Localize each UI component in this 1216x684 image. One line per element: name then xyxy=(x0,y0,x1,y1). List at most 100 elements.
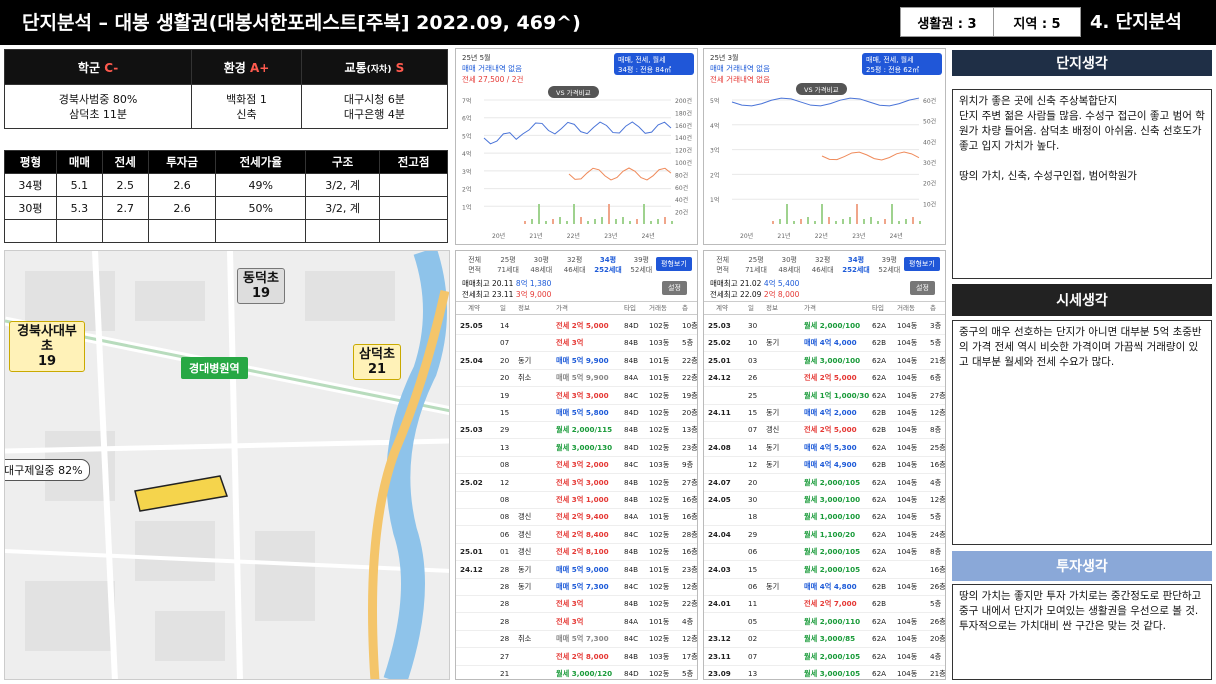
list-cell: 62A xyxy=(872,477,887,487)
table-row[interactable]: 24.03 15 월세 2,000/105 62A 16층 xyxy=(704,562,945,579)
table-row[interactable]: 15 매매 5억 5,800 84D 102동 20층 xyxy=(456,405,698,422)
pyeong-tab[interactable]: 39평 52세대 xyxy=(625,255,658,275)
table-row[interactable]: 23.12 02 월세 3,000/85 62A 104동 20층 xyxy=(704,631,945,649)
volume-bar xyxy=(538,204,540,224)
y-left-tick: 1억 xyxy=(462,203,471,211)
pyeong-tabs[interactable]: 전체 면적 25평 71세대 30평 48세대 32평 46세대 34평 252세대 39평 52세대 xyxy=(706,255,906,275)
list-cell: 4층 xyxy=(930,651,942,661)
list-cell: 104동 xyxy=(897,582,918,591)
table-row[interactable]: 07 전세 3억 84B 103동 5층 xyxy=(456,335,697,353)
table-row[interactable]: 25.01 01 갱신 전세 2억 8,100 84B 102동 16층 xyxy=(456,544,697,562)
table-row[interactable]: 25.02 10 동기 매매 4억 4,000 62B 104동 5층 xyxy=(704,335,945,353)
pyeong-tab[interactable]: 39평 52세대 xyxy=(873,255,906,275)
price-col-header: 전세 xyxy=(101,150,149,174)
settings-button[interactable]: 설정 xyxy=(662,281,687,295)
table-row[interactable]: 24.01 11 전세 2억 7,000 62B 5층 xyxy=(704,596,945,614)
table-row[interactable]: 28 전세 3억 84A 101동 4층 xyxy=(456,614,697,631)
table-row[interactable]: 23.11 07 월세 2,000/105 62A 104동 4층 xyxy=(704,649,945,666)
table-row[interactable]: 20 취소 매매 5억 9,900 84A 101동 22층 xyxy=(456,370,697,388)
pyeong-tab[interactable]: 25평 71세대 xyxy=(739,255,772,275)
pyeong-tab[interactable]: 34평 252세대 xyxy=(839,255,872,275)
table-row[interactable]: 25.04 20 동기 매매 5억 9,900 84B 101동 22층 xyxy=(456,353,697,370)
price-col-header: 매매 xyxy=(55,150,103,174)
table-row[interactable]: 08 갱신 전세 2억 9,400 84A 101동 16층 xyxy=(456,509,697,527)
map-label-dongdeok[interactable]: 동덕초 19 xyxy=(237,268,285,304)
table-row[interactable]: 28 취소 매매 5억 7,300 84C 102동 12층 xyxy=(456,631,697,649)
pyeong-tab[interactable]: 32평 46세대 xyxy=(558,255,591,275)
list-cell: 62A xyxy=(872,495,887,504)
table-row[interactable]: 18 월세 1,000/100 62A 104동 5층 xyxy=(704,509,945,527)
table-row[interactable]: 19 전세 3억 3,000 84C 102동 19층 xyxy=(456,388,697,405)
list-cell: 25.03 xyxy=(708,321,731,330)
table-row[interactable]: 25 월세 1억 1,000/30 62A 104동 27층 xyxy=(704,388,946,405)
pyeong-tab[interactable]: 32평 46세대 xyxy=(806,255,839,275)
table-row[interactable]: 25.01 03 월세 3,000/100 62A 104동 21층 xyxy=(704,353,945,370)
list-cell: 전세 2억 5,000 xyxy=(804,425,857,435)
volume-bar xyxy=(650,221,652,224)
station-label[interactable]: 경대병원역 xyxy=(181,357,248,379)
table-row[interactable]: 13 월세 3,000/130 84D 102동 23층 xyxy=(456,440,697,457)
list-cell: 104동 xyxy=(897,669,918,678)
map-label-kyungbuk[interactable]: 경북사대부초 19 xyxy=(9,321,85,372)
map-view[interactable]: 동덕초 19 경북사대부초 19 삼덕초 21 경대병원역 대구제일중 82% xyxy=(4,250,450,680)
list-cell: 28 xyxy=(500,634,510,644)
pyeong-tab[interactable]: 25평 71세대 xyxy=(491,255,524,275)
table-row[interactable]: 24.07 20 월세 2,000/105 62A 104동 4층 xyxy=(704,475,945,492)
pyeong-tab[interactable]: 전체 면적 xyxy=(458,255,491,275)
list-cell: 84A xyxy=(624,512,639,522)
list-col-header: 정보 xyxy=(518,304,530,312)
list-cell: 104동 xyxy=(897,442,918,452)
y-left-tick: 3억 xyxy=(462,168,471,176)
list-cell: 5층 xyxy=(930,599,942,609)
list-cell: 62A xyxy=(872,529,887,539)
table-row[interactable]: 24.04 29 월세 1,100/20 62A 104동 24층 xyxy=(704,527,945,544)
table-row[interactable]: 28 전세 3억 84B 102동 22층 xyxy=(456,596,697,614)
table-row[interactable]: 28 동기 매매 5억 7,300 84C 102동 12층 xyxy=(456,579,697,596)
volume-bar xyxy=(821,204,823,224)
pyeong-tab[interactable]: 30평 48세대 xyxy=(773,255,806,275)
table-row[interactable]: 05 월세 2,000/110 62A 104동 26층 xyxy=(704,614,945,631)
chart-period: 25년 3월 xyxy=(710,54,739,62)
list-cell: 4층 xyxy=(930,477,942,487)
chart-type-dropdown[interactable]: 매매, 전세, 월세 34평 : 전용 84㎡ xyxy=(614,53,694,75)
table-row[interactable]: 25.03 29 월세 2,000/115 84B 102동 13층 xyxy=(456,422,697,440)
table-row[interactable]: 06 월세 2,000/105 62A 104동 8층 xyxy=(704,544,945,562)
y-right-tick: 20건 xyxy=(675,209,688,217)
table-row[interactable]: 24.12 26 전세 2억 5,000 62A 104동 6층 xyxy=(704,370,945,388)
table-row[interactable]: 08 전세 3억 1,000 84B 102동 16층 xyxy=(456,492,697,509)
pyeong-view-button[interactable]: 평형보기 xyxy=(656,257,692,271)
list-cell: 27층 xyxy=(930,390,946,400)
pyeong-tab[interactable]: 전체 면적 xyxy=(706,255,739,275)
chart-type-dropdown[interactable]: 매매, 전세, 월세 25평 : 전용 62㎡ xyxy=(862,53,942,75)
x-tick: 21년 xyxy=(529,232,542,240)
table-row[interactable]: 24.08 14 동기 매매 4억 5,300 62A 104동 25층 xyxy=(704,440,945,457)
table-row[interactable]: 06 동기 매매 4억 4,800 62B 104동 26층 xyxy=(704,579,945,596)
list-cell: 20층 xyxy=(682,408,698,417)
table-row[interactable]: 24.11 15 동기 매매 4억 2,000 62B 104동 12층 xyxy=(704,405,945,422)
table-row[interactable]: 25.03 30 월세 2,000/100 62A 104동 3층 xyxy=(704,318,945,335)
list-cell: 104동 xyxy=(897,408,918,417)
pyeong-tabs[interactable]: 전체 면적 25평 71세대 30평 48세대 32평 46세대 34평 252세대 39평 52세대 xyxy=(458,255,658,275)
table-row[interactable]: 07 갱신 전세 2억 5,000 62B 104동 8층 xyxy=(704,422,945,440)
pyeong-view-button[interactable]: 평형보기 xyxy=(904,257,940,271)
table-row[interactable]: 08 전세 3억 2,000 84C 103동 9층 xyxy=(456,457,697,475)
pyeong-tab[interactable]: 34평 252세대 xyxy=(591,255,624,275)
list-cell: 102동 xyxy=(649,442,670,452)
table-row[interactable]: 24.05 30 월세 3,000/100 62A 104동 12층 xyxy=(704,492,945,509)
table-row[interactable]: 25.05 14 전세 2억 5,000 84D 102동 10층 xyxy=(456,318,697,335)
list-cell: 전세 2억 8,400 xyxy=(556,529,609,539)
table-row[interactable]: 12 동기 매매 4억 4,900 62B 104동 16층 xyxy=(704,457,945,475)
settings-button[interactable]: 설정 xyxy=(910,281,935,295)
table-row[interactable]: 25.02 12 전세 3억 3,000 84B 102동 27층 xyxy=(456,475,697,492)
list-cell: 104동 xyxy=(897,460,918,470)
map-label-samdeok[interactable]: 삼덕초 21 xyxy=(353,344,401,380)
table-row[interactable]: 06 갱신 전세 2억 8,400 84C 102동 28층 xyxy=(456,527,697,544)
table-row[interactable]: 27 전세 2억 8,000 84B 103동 17층 xyxy=(456,649,697,666)
table-row[interactable]: 23.09 13 월세 3,000/105 62A 104동 21층 xyxy=(704,666,945,679)
table-row[interactable]: 24.12 28 동기 매매 5억 9,000 84B 101동 23층 xyxy=(456,562,697,579)
pyeong-tab[interactable]: 30평 48세대 xyxy=(525,255,558,275)
list-cell: 101동 xyxy=(649,373,670,383)
x-tick: 22년 xyxy=(567,232,580,240)
table-row[interactable]: 21 월세 3,000/120 84D 102동 5층 xyxy=(456,666,697,679)
list-col-header: 타입 xyxy=(872,304,884,312)
